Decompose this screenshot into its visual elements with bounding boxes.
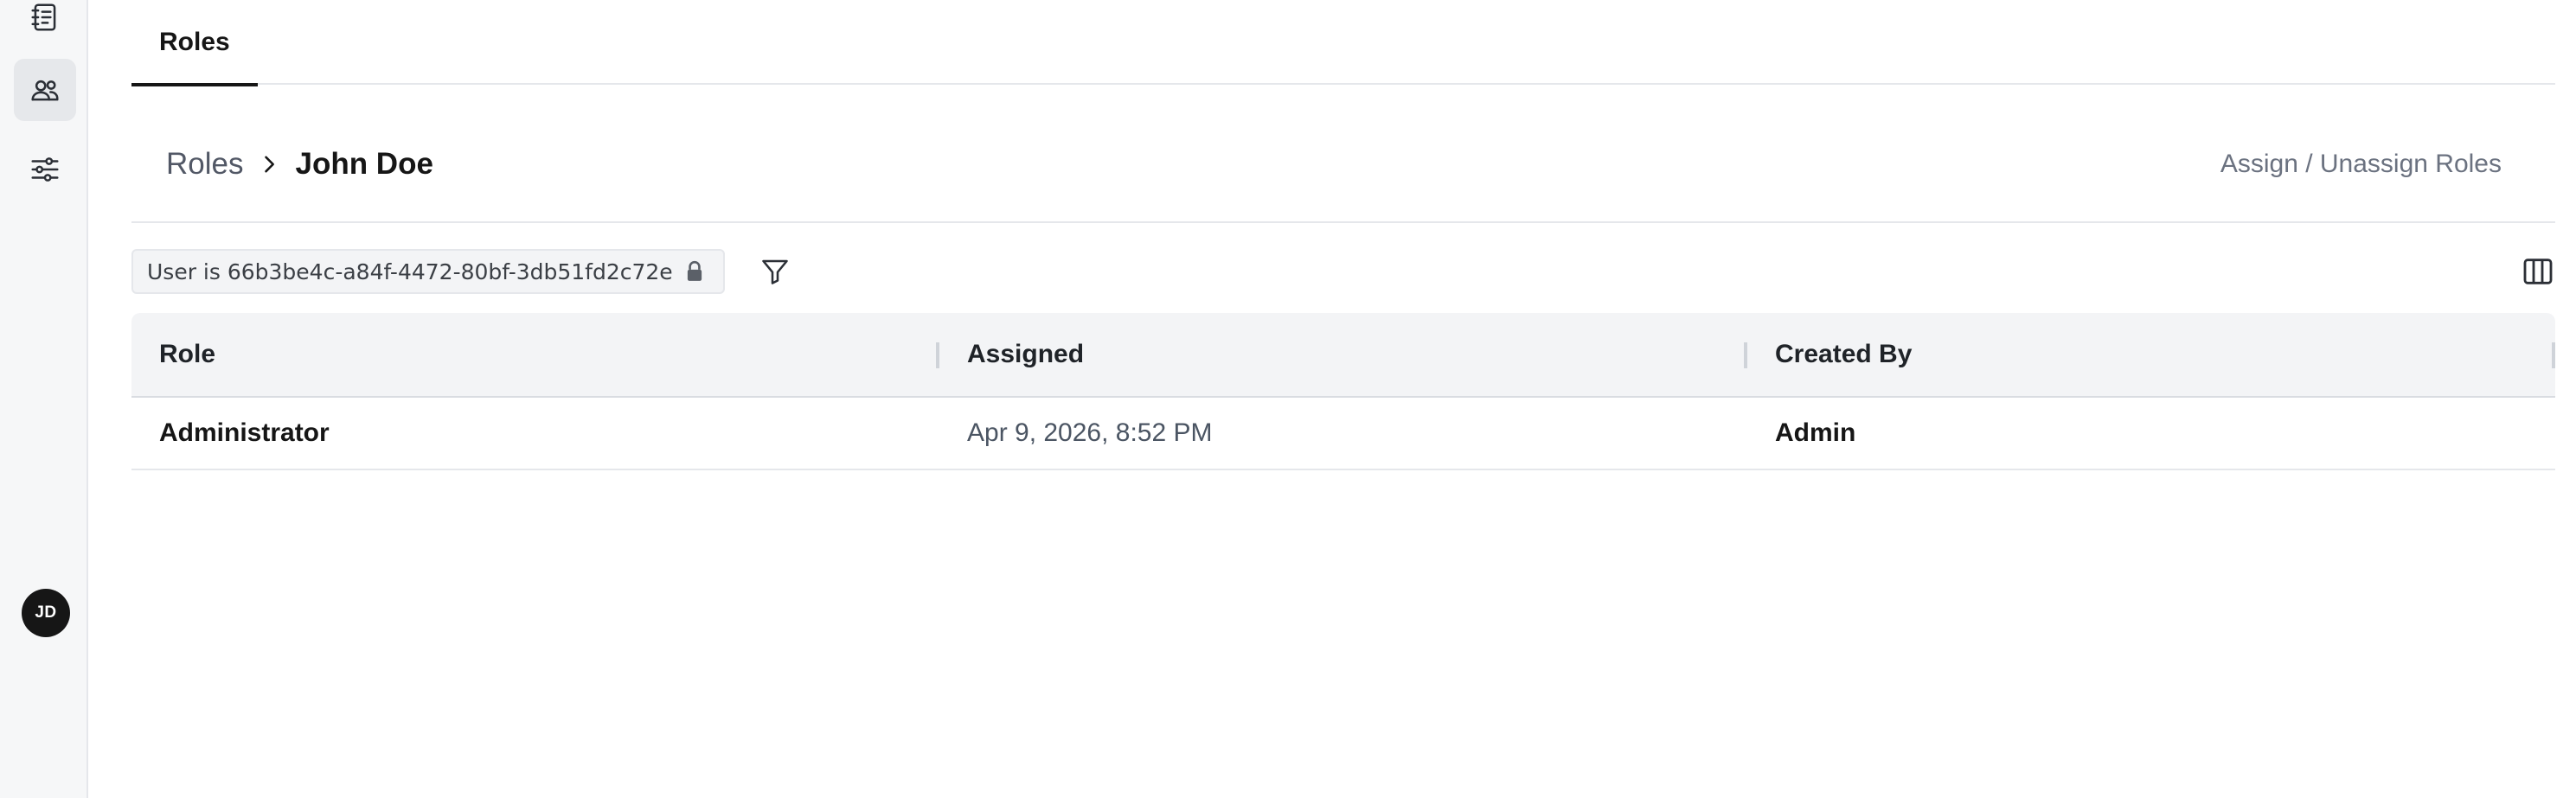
table-header: Role Assigned Created By [131,313,2555,398]
tab-roles[interactable]: Roles [131,0,258,86]
cell-created-by: Admin [1775,418,1856,447]
notebook-icon [31,3,56,31]
filter-chip-label: User is 66b3be4c-a84f-4472-80bf-3db51fd2… [147,259,673,284]
avatar[interactable]: JD [22,589,70,637]
tab-bar: Roles [131,0,2555,86]
cell-assigned: Apr 9, 2026, 8:52 PM [967,418,1213,447]
cell-role: Administrator [159,418,330,447]
filter-icon[interactable] [759,256,791,287]
lock-icon [687,260,702,281]
filter-chip[interactable]: User is 66b3be4c-a84f-4472-80bf-3db51fd2… [131,249,725,294]
breadcrumb: Roles John Doe [166,85,433,244]
sidebar-item-notebook[interactable] [14,0,76,48]
column-header-assigned[interactable]: Assigned [939,313,1747,396]
main-content: Roles Roles John Doe Assign / Unassign R… [88,0,2576,798]
page-header: Roles John Doe Assign / Unassign Roles [131,85,2555,223]
chevron-right-icon [257,152,281,176]
column-header-role[interactable]: Role [131,313,939,396]
sidebar-item-settings[interactable] [14,138,76,201]
sidebar: JD [0,0,88,798]
filter-toolbar: User is 66b3be4c-a84f-4472-80bf-3db51fd2… [131,249,2555,294]
sidebar-item-users[interactable] [14,59,76,121]
column-header-created-by[interactable]: Created By [1747,313,2555,396]
users-icon [31,80,59,101]
sliders-icon [31,157,59,182]
breadcrumb-roles-link[interactable]: Roles [166,147,243,182]
breadcrumb-current: John Doe [295,147,433,181]
column-header-label: Assigned [967,340,1085,368]
column-header-label: Role [159,340,216,368]
column-header-label: Created By [1775,340,1913,368]
table-row[interactable]: Administrator Apr 9, 2026, 8:52 PM Admin [131,398,2555,470]
app-root: JD Roles Roles John Doe Assign / Unassig… [0,0,2576,798]
roles-table: Role Assigned Created By Administrator A… [131,313,2555,470]
column-resizer[interactable] [2552,342,2555,368]
assign-unassign-roles-button[interactable]: Assign / Unassign Roles [2220,85,2502,244]
columns-icon[interactable] [2521,254,2555,289]
